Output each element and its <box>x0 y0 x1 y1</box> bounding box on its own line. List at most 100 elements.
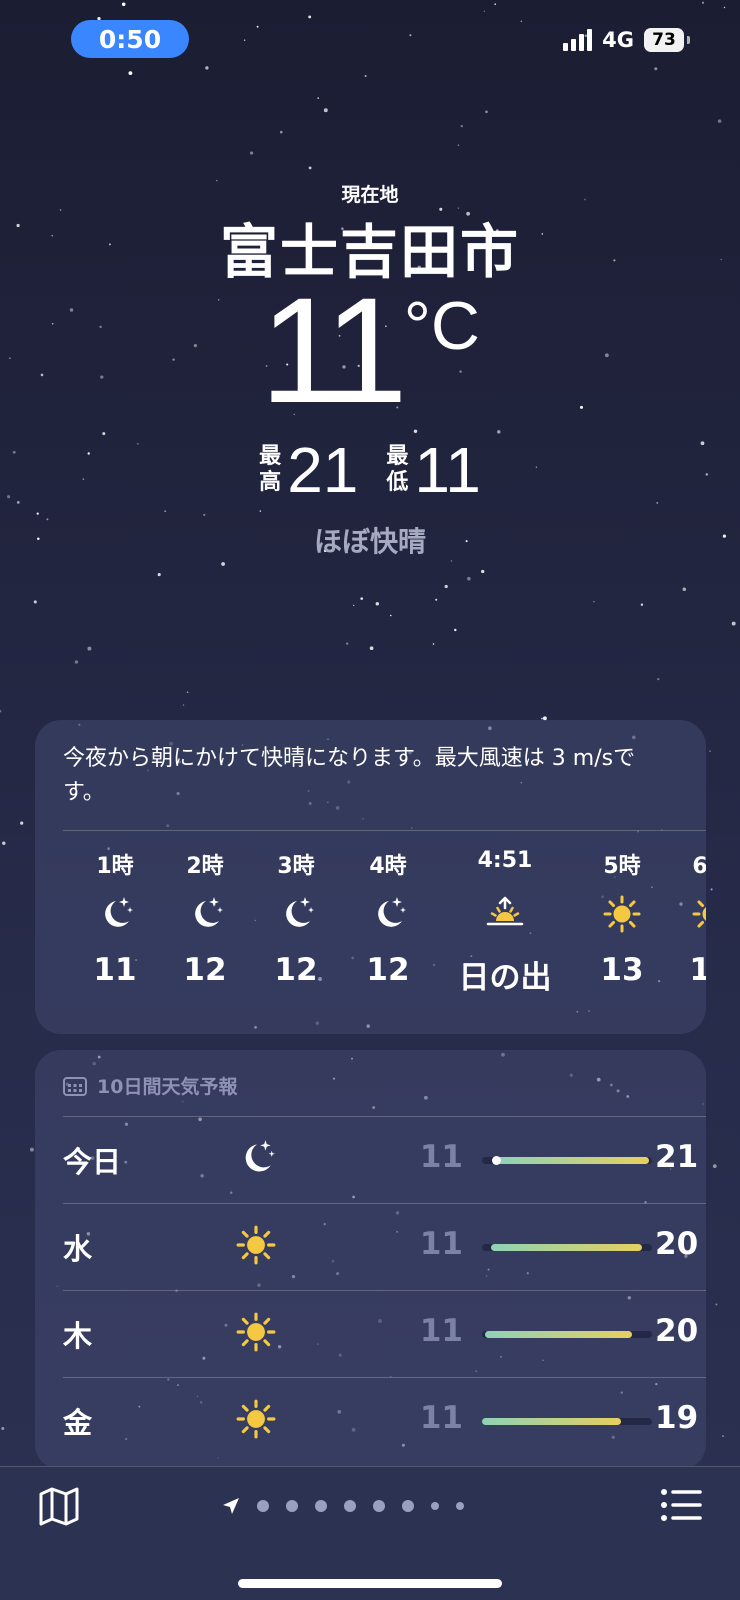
star <box>364 75 367 77</box>
star <box>701 1 705 4</box>
star <box>128 71 133 76</box>
bottom-toolbar <box>0 1466 740 1600</box>
daily-row[interactable]: 水 11 20 <box>35 1204 706 1291</box>
star <box>87 646 92 651</box>
star <box>483 10 485 12</box>
temperature-value: 11 <box>259 266 408 434</box>
star <box>731 621 736 626</box>
sun-icon <box>603 895 641 933</box>
ten-day-forecast-card[interactable]: 10日間天気予報 今日 11 21 水 11 20 木 11 20 金 11 1… <box>35 1050 706 1470</box>
low-value: 11 <box>414 434 481 506</box>
status-icons: 4G 73 <box>563 28 690 52</box>
location-arrow-icon[interactable] <box>222 1497 240 1515</box>
battery-level: 73 <box>652 30 676 50</box>
sun-icon <box>236 1312 276 1352</box>
star <box>360 597 363 600</box>
high-label: 最高 <box>259 444 282 495</box>
current-temperature: 11 °C <box>0 275 740 425</box>
star <box>494 3 497 6</box>
hourly-item: 4:51 日の出 <box>455 848 555 997</box>
star <box>520 20 523 23</box>
day-high: 21 <box>655 1139 699 1175</box>
star <box>157 573 161 577</box>
day-low: 11 <box>419 1313 463 1349</box>
hour-time: 5時 <box>603 854 641 879</box>
page-dot[interactable] <box>344 1500 356 1512</box>
hour-temperature: 12 <box>366 952 410 988</box>
hourly-item: 3時 12 <box>246 848 346 988</box>
star <box>656 501 659 504</box>
star <box>36 512 39 515</box>
star <box>203 513 206 516</box>
location-label: 現在地 <box>341 184 399 206</box>
star <box>593 600 595 603</box>
status-time-pill[interactable]: 0:50 <box>71 20 189 58</box>
temperature-range-bar <box>482 1418 652 1425</box>
star <box>654 67 658 71</box>
page-dot[interactable] <box>402 1500 414 1512</box>
moon-stars-icon <box>245 1140 275 1172</box>
star <box>454 628 457 632</box>
current-temp-dot <box>491 1156 501 1165</box>
star <box>375 602 380 606</box>
daily-row[interactable]: 今日 11 21 <box>35 1117 706 1204</box>
star <box>467 576 471 581</box>
hour-time: 3時 <box>277 854 315 879</box>
temperature-range-bar <box>482 1156 652 1165</box>
sunrise-icon <box>486 896 524 926</box>
page-dot[interactable] <box>286 1500 298 1512</box>
day-high: 20 <box>655 1226 699 1262</box>
star <box>317 97 319 99</box>
day-low: 11 <box>419 1400 463 1436</box>
low-label: 最低 <box>386 444 409 495</box>
home-indicator[interactable] <box>238 1579 502 1588</box>
sun-icon <box>236 1399 276 1439</box>
daily-row[interactable]: 木 11 20 <box>35 1291 706 1378</box>
hourly-forecast-card[interactable]: 今夜から朝にかけて快晴になります。最大風速は 3 m/sです。 1時 11 2時 … <box>35 720 706 1034</box>
page-dot[interactable] <box>315 1500 327 1512</box>
hourly-item: 1時 11 <box>65 848 165 988</box>
star <box>323 108 328 113</box>
star <box>29 1147 34 1152</box>
hourly-item: 5時 13 <box>572 848 672 988</box>
page-dot[interactable] <box>373 1500 385 1512</box>
star <box>432 643 435 645</box>
star <box>33 600 37 604</box>
star <box>369 646 374 651</box>
hour-time: 4時 <box>369 854 407 879</box>
calendar-icon <box>63 1076 87 1096</box>
map-icon[interactable] <box>38 1485 80 1527</box>
hourly-item: 2時 12 <box>155 848 255 988</box>
list-icon[interactable] <box>660 1487 702 1523</box>
page-dot[interactable] <box>431 1502 439 1510</box>
ten-day-header: 10日間天気予報 <box>63 1072 237 1099</box>
star <box>2 841 6 845</box>
daily-row[interactable]: 金 11 19 <box>35 1378 706 1465</box>
sun-icon <box>692 900 706 928</box>
page-indicator[interactable] <box>222 1497 464 1515</box>
temperature-range-fill <box>482 1418 622 1425</box>
star <box>460 124 463 128</box>
page-dot[interactable] <box>456 1502 464 1510</box>
star <box>715 1303 718 1306</box>
temperature-range-fill <box>495 1157 649 1164</box>
network-type: 4G <box>602 28 634 52</box>
hourly-item: 4時 12 <box>338 848 438 988</box>
forecast-summary: 今夜から朝にかけて快晴になります。最大風速は 3 m/sです。 <box>63 746 636 805</box>
status-time: 0:50 <box>98 24 162 54</box>
star <box>221 562 225 566</box>
star <box>450 560 453 562</box>
star <box>413 429 418 434</box>
temperature-range-bar <box>482 1331 652 1338</box>
star <box>259 510 262 512</box>
star <box>657 677 660 681</box>
day-high: 19 <box>655 1400 699 1436</box>
star <box>353 604 355 607</box>
battery-icon: 73 <box>644 28 690 52</box>
hourly-scroller[interactable]: 1時 11 2時 12 3時 12 4時 12 4:51 日の出 5時 13 6… <box>35 848 706 1028</box>
day-name: 金 <box>63 1406 93 1440</box>
star <box>390 614 392 617</box>
hour-temperature: 11 <box>93 952 137 988</box>
star <box>74 660 79 664</box>
page-dot[interactable] <box>257 1500 269 1512</box>
